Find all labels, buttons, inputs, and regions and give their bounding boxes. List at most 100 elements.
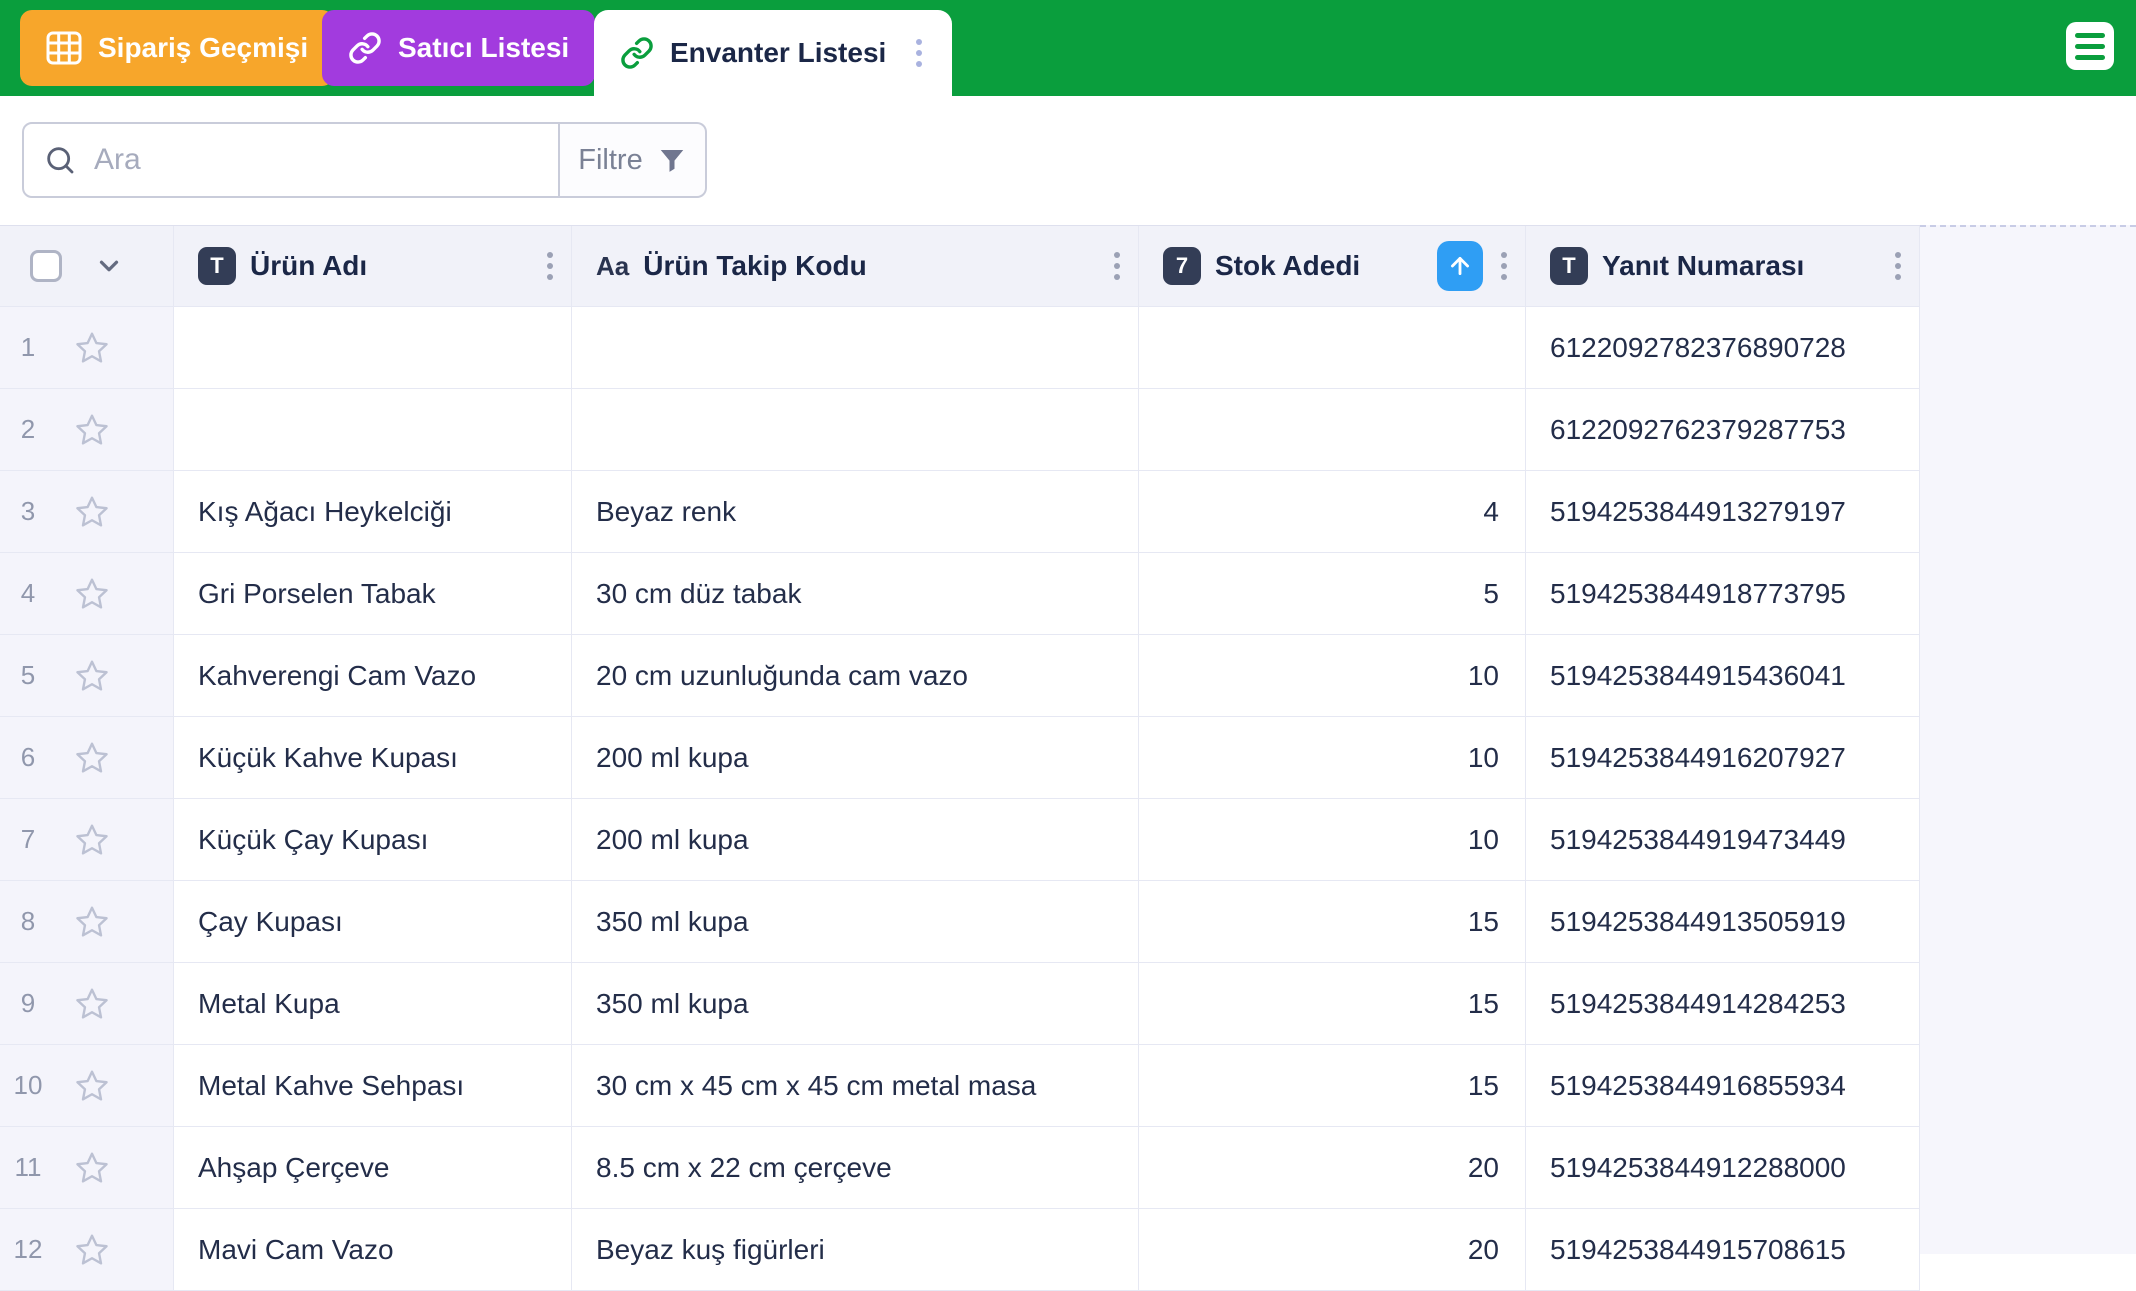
cell-yanit-numarasi[interactable]: 5194253844915436041 xyxy=(1526,635,1920,716)
star-icon[interactable] xyxy=(74,1150,110,1186)
star-icon[interactable] xyxy=(74,576,110,612)
cell-urun-takip-kodu[interactable]: 30 cm düz tabak xyxy=(572,553,1139,634)
row-select-cell[interactable]: 12 xyxy=(0,1209,174,1290)
cell-yanit-numarasi[interactable]: 5194253844916207927 xyxy=(1526,717,1920,798)
cell-urun-takip-kodu[interactable]: 20 cm uzunluğunda cam vazo xyxy=(572,635,1139,716)
cell-stok-adedi[interactable]: 10 xyxy=(1139,799,1526,880)
cell-urun-takip-kodu[interactable]: 8.5 cm x 22 cm çerçeve xyxy=(572,1127,1139,1208)
cell-yanit-numarasi[interactable]: 5194253844913505919 xyxy=(1526,881,1920,962)
cell-yanit-numarasi[interactable]: 5194253844914284253 xyxy=(1526,963,1920,1044)
column-header-stok-adedi[interactable]: 7 Stok Adedi xyxy=(1139,226,1526,306)
cell-stok-adedi[interactable]: 4 xyxy=(1139,471,1526,552)
cell-yanit-numarasi[interactable]: 5194253844916855934 xyxy=(1526,1045,1920,1126)
row-select-cell[interactable]: 7 xyxy=(0,799,174,880)
chevron-down-icon[interactable] xyxy=(94,251,124,281)
cell-urun-takip-kodu[interactable]: Beyaz renk xyxy=(572,471,1139,552)
cell-urun-adi[interactable]: Çay Kupası xyxy=(174,881,572,962)
table-row: 2 6122092762379287753 xyxy=(0,389,1920,471)
tab-satici-listesi[interactable]: Satıcı Listesi xyxy=(322,10,595,86)
column-menu-dots-icon[interactable] xyxy=(543,248,557,284)
cell-stok-adedi[interactable]: 15 xyxy=(1139,1045,1526,1126)
cell-urun-adi[interactable] xyxy=(174,389,572,470)
cell-yanit-numarasi[interactable]: 5194253844915708615 xyxy=(1526,1209,1920,1290)
row-select-cell[interactable]: 1 xyxy=(0,307,174,388)
cell-urun-adi[interactable]: Gri Porselen Tabak xyxy=(174,553,572,634)
cell-stok-adedi[interactable]: 10 xyxy=(1139,635,1526,716)
cell-stok-adedi[interactable]: 20 xyxy=(1139,1127,1526,1208)
row-select-cell[interactable]: 11 xyxy=(0,1127,174,1208)
column-header-urun-takip-kodu[interactable]: Aa Ürün Takip Kodu xyxy=(572,226,1139,306)
cell-urun-adi[interactable] xyxy=(174,307,572,388)
cell-yanit-numarasi[interactable]: 5194253844919473449 xyxy=(1526,799,1920,880)
star-icon[interactable] xyxy=(74,1232,110,1268)
column-menu-dots-icon[interactable] xyxy=(1891,248,1905,284)
row-number: 6 xyxy=(0,742,56,773)
column-header-yanit-numarasi[interactable]: T Yanıt Numarası xyxy=(1526,226,1920,306)
cell-yanit-numarasi[interactable]: 5194253844913279197 xyxy=(1526,471,1920,552)
cell-stok-adedi[interactable]: 15 xyxy=(1139,963,1526,1044)
grid-empty-area xyxy=(1920,225,2136,1254)
cell-yanit-numarasi[interactable]: 5194253844912288000 xyxy=(1526,1127,1920,1208)
star-icon[interactable] xyxy=(74,904,110,940)
row-select-cell[interactable]: 3 xyxy=(0,471,174,552)
column-menu-dots-icon[interactable] xyxy=(1497,248,1511,284)
column-header-urun-adi[interactable]: T Ürün Adı xyxy=(174,226,572,306)
row-select-cell[interactable]: 2 xyxy=(0,389,174,470)
tab-siparis-gecmisi[interactable]: Sipariş Geçmişi xyxy=(20,10,334,86)
cell-urun-takip-kodu[interactable]: Beyaz kuş figürleri xyxy=(572,1209,1139,1290)
star-icon[interactable] xyxy=(74,1068,110,1104)
star-icon[interactable] xyxy=(74,740,110,776)
cell-stok-adedi[interactable]: 15 xyxy=(1139,881,1526,962)
cell-stok-adedi[interactable]: 5 xyxy=(1139,553,1526,634)
cell-urun-takip-kodu[interactable] xyxy=(572,307,1139,388)
tab-envanter-listesi[interactable]: Envanter Listesi xyxy=(594,10,952,96)
cell-urun-takip-kodu[interactable] xyxy=(572,389,1139,470)
row-select-cell[interactable]: 5 xyxy=(0,635,174,716)
hamburger-menu-button[interactable] xyxy=(2066,22,2114,70)
cell-stok-adedi[interactable]: 10 xyxy=(1139,717,1526,798)
star-icon[interactable] xyxy=(74,822,110,858)
top-bar: Sipariş Geçmişi Satıcı Listesi Envanter … xyxy=(0,0,2136,96)
select-all-checkbox[interactable] xyxy=(30,250,62,282)
search-icon xyxy=(44,144,76,176)
cell-urun-takip-kodu[interactable]: 30 cm x 45 cm x 45 cm metal masa xyxy=(572,1045,1139,1126)
search-input[interactable] xyxy=(94,143,538,177)
cell-urun-adi[interactable]: Küçük Kahve Kupası xyxy=(174,717,572,798)
cell-stok-adedi[interactable]: 20 xyxy=(1139,1209,1526,1290)
cell-stok-adedi[interactable] xyxy=(1139,307,1526,388)
star-icon[interactable] xyxy=(74,412,110,448)
cell-urun-adi[interactable]: Kahverengi Cam Vazo xyxy=(174,635,572,716)
cell-urun-takip-kodu[interactable]: 350 ml kupa xyxy=(572,963,1139,1044)
filter-button[interactable]: Filtre xyxy=(559,122,707,198)
row-select-cell[interactable]: 4 xyxy=(0,553,174,634)
cell-yanit-numarasi[interactable]: 6122092782376890728 xyxy=(1526,307,1920,388)
cell-urun-adi[interactable]: Kış Ağacı Heykelciği xyxy=(174,471,572,552)
column-menu-dots-icon[interactable] xyxy=(1110,248,1124,284)
tab-label: Envanter Listesi xyxy=(670,37,886,69)
header-select-cell xyxy=(0,226,174,306)
cell-urun-adi[interactable]: Ahşap Çerçeve xyxy=(174,1127,572,1208)
cell-stok-adedi[interactable] xyxy=(1139,389,1526,470)
cell-urun-takip-kodu[interactable]: 200 ml kupa xyxy=(572,717,1139,798)
row-select-cell[interactable]: 10 xyxy=(0,1045,174,1126)
table-row: 1 6122092782376890728 xyxy=(0,307,1920,389)
tab-label: Satıcı Listesi xyxy=(398,32,569,64)
cell-urun-adi[interactable]: Metal Kupa xyxy=(174,963,572,1044)
cell-urun-adi[interactable]: Metal Kahve Sehpası xyxy=(174,1045,572,1126)
star-icon[interactable] xyxy=(74,330,110,366)
row-select-cell[interactable]: 8 xyxy=(0,881,174,962)
star-icon[interactable] xyxy=(74,658,110,694)
cell-urun-adi[interactable]: Mavi Cam Vazo xyxy=(174,1209,572,1290)
cell-urun-takip-kodu[interactable]: 200 ml kupa xyxy=(572,799,1139,880)
cell-yanit-numarasi[interactable]: 5194253844918773795 xyxy=(1526,553,1920,634)
cell-urun-takip-kodu[interactable]: 350 ml kupa xyxy=(572,881,1139,962)
sort-ascending-button[interactable] xyxy=(1437,241,1483,291)
search-box[interactable] xyxy=(22,122,560,198)
row-select-cell[interactable]: 6 xyxy=(0,717,174,798)
star-icon[interactable] xyxy=(74,986,110,1022)
tab-menu-dots-icon[interactable] xyxy=(912,35,926,71)
star-icon[interactable] xyxy=(74,494,110,530)
row-select-cell[interactable]: 9 xyxy=(0,963,174,1044)
cell-urun-adi[interactable]: Küçük Çay Kupası xyxy=(174,799,572,880)
cell-yanit-numarasi[interactable]: 6122092762379287753 xyxy=(1526,389,1920,470)
